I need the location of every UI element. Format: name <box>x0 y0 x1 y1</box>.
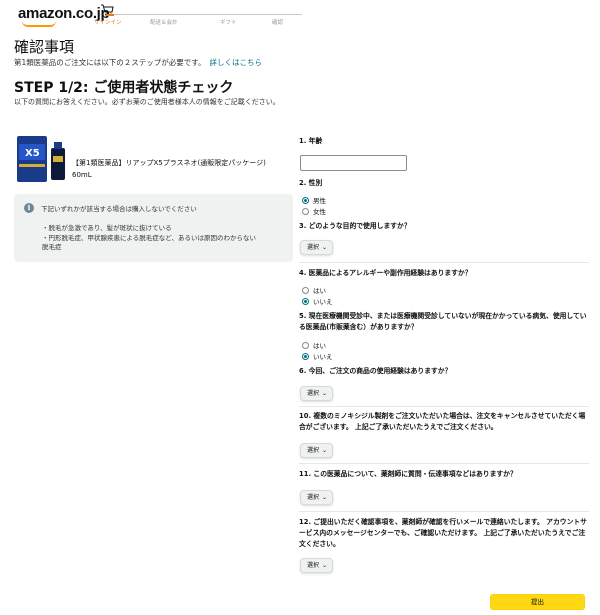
step-shipping: 配送＆会計 <box>150 20 178 26</box>
minoxidil-select[interactable]: 選択 ⌄ <box>300 443 333 458</box>
chevron-down-icon: ⌄ <box>321 562 327 569</box>
step-confirm: 確認 <box>272 20 284 26</box>
warning-item: 脱毛症 <box>42 243 62 251</box>
medical-yes-option[interactable]: はい <box>302 341 326 351</box>
checkout-progress: サインイン 配送＆会計 ギフト 確認 <box>94 4 304 26</box>
select-label: 選択 <box>307 562 320 569</box>
warning-title: 下記いずれかが該当する場合は購入しないでください <box>41 205 197 213</box>
page-subtitle: 第1類医薬品のご注文には以下の２ステップが必要です。 詳しくはこちら <box>14 57 262 68</box>
product-title: 【第1類医薬品】リアップX5プラスネオ(通販限定パッケージ) <box>72 159 266 167</box>
submit-button[interactable]: 提出 <box>490 594 585 610</box>
details-link[interactable]: 詳しくはこちら <box>210 58 263 67</box>
age-input[interactable] <box>300 155 407 171</box>
question-allergy: 4. 医薬品によるアレルギーや副作用経験はありますか？ <box>299 269 472 277</box>
question-experience: 6. 今回、ご注文の商品の使用経験はありますか？ <box>299 367 452 375</box>
radio-label: いいえ <box>313 353 333 361</box>
question-purpose: 3. どのような目的で使用しますか？ <box>299 222 411 230</box>
radio-icon[interactable] <box>302 342 309 349</box>
progress-fill <box>106 14 114 16</box>
question-email-confirm: 12. ご提出いただく確認事項を、薬剤師が確認を行いメールで連絡いたします。 ア… <box>299 518 587 548</box>
experience-select[interactable]: 選択 ⌄ <box>300 386 333 401</box>
subtitle-text: 第1類医薬品のご注文には以下の２ステップが必要です。 <box>14 58 206 67</box>
product-volume: 60mL <box>72 171 92 179</box>
purpose-select[interactable]: 選択 ⌄ <box>300 240 333 255</box>
select-label: 選択 <box>307 244 320 251</box>
amazon-smile-icon <box>22 21 56 27</box>
radio-label: 男性 <box>313 197 326 205</box>
warning-item: ・円形脱毛症、甲状腺疾患による脱毛症など、あるいは原因のわからない <box>42 234 256 242</box>
radio-icon[interactable] <box>302 287 309 294</box>
allergy-yes-option[interactable]: はい <box>302 286 326 296</box>
divider <box>299 463 589 464</box>
product-image: X5 <box>17 136 65 182</box>
gender-female-option[interactable]: 女性 <box>302 207 326 217</box>
radio-label: はい <box>313 342 326 350</box>
question-age: 1. 年齢 <box>299 137 323 145</box>
product-image-label: X5 <box>25 148 40 159</box>
radio-label: いいえ <box>313 298 333 306</box>
divider <box>299 511 589 512</box>
warning-box: i 下記いずれかが該当する場合は購入しないでください ・脱毛が急激であり、髪が斑… <box>14 194 293 262</box>
chevron-down-icon: ⌄ <box>321 390 327 397</box>
question-gender: 2. 性別 <box>299 179 323 187</box>
chevron-down-icon: ⌄ <box>321 244 327 251</box>
radio-label: 女性 <box>313 208 326 216</box>
page-title: 確認事項 <box>14 38 75 56</box>
step-signin: サインイン <box>94 20 122 26</box>
radio-checked-icon[interactable] <box>302 353 309 360</box>
question-medical: 5. 現在医療機関受診中、または医療機関受診していないが現在かかっている病気、使… <box>299 312 587 331</box>
chevron-down-icon: ⌄ <box>321 494 327 501</box>
question-minoxidil: 10. 複数のミノキシジル製剤をご注文いただいた場合は、注文をキャンセルさせてい… <box>299 412 586 431</box>
gender-male-option[interactable]: 男性 <box>302 196 326 206</box>
step-title: STEP 1/2: ご使用者状態チェック <box>14 80 234 96</box>
divider <box>299 406 589 407</box>
select-label: 選択 <box>307 447 320 454</box>
radio-icon[interactable] <box>302 208 309 215</box>
step-gift: ギフト <box>220 20 237 26</box>
allergy-no-option[interactable]: いいえ <box>302 297 333 307</box>
question-pharmacist: 11. この医薬品について、薬剤師に質問・伝達事項などはありますか？ <box>299 470 517 478</box>
pharmacist-select[interactable]: 選択 ⌄ <box>300 490 333 505</box>
radio-label: はい <box>313 287 326 295</box>
medical-no-option[interactable]: いいえ <box>302 352 333 362</box>
chevron-down-icon: ⌄ <box>321 447 327 454</box>
select-label: 選択 <box>307 494 320 501</box>
divider <box>299 262 589 263</box>
info-icon: i <box>24 203 34 213</box>
product-name: 【第1類医薬品】リアップX5プラスネオ(通販限定パッケージ) 60mL <box>72 157 287 181</box>
email-confirm-select[interactable]: 選択 ⌄ <box>300 558 333 573</box>
progress-track <box>106 14 302 15</box>
radio-checked-icon[interactable] <box>302 197 309 204</box>
select-label: 選択 <box>307 390 320 397</box>
radio-checked-icon[interactable] <box>302 298 309 305</box>
warning-item: ・脱毛が急激であり、髪が斑状に抜けている <box>42 224 172 232</box>
step-description: 以下の質問にお答えください。必ずお薬のご使用者様本人の情報をご記載ください。 <box>14 98 280 106</box>
